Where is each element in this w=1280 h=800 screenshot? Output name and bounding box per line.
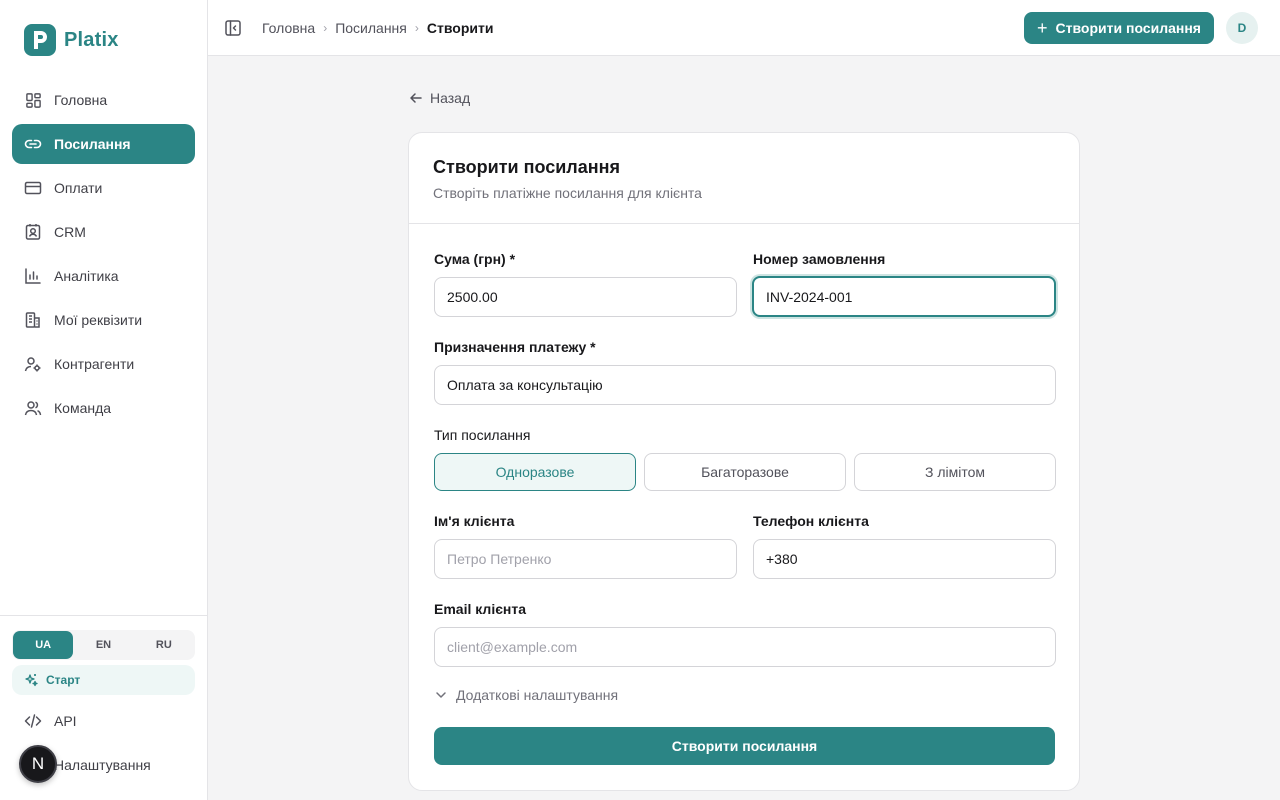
page-title: Створити посилання bbox=[433, 157, 620, 177]
language-en[interactable]: EN bbox=[73, 631, 133, 659]
sidebar-item-analytics[interactable]: Аналітика bbox=[12, 256, 195, 296]
language-ua[interactable]: UA bbox=[13, 631, 74, 659]
sidebar-item-label: Мої реквізити bbox=[54, 312, 143, 328]
client-phone-input[interactable] bbox=[753, 539, 1056, 579]
user-settings-icon bbox=[24, 355, 42, 373]
sidebar-toggle-icon[interactable] bbox=[224, 19, 242, 37]
link-type-limited[interactable]: З лімітом bbox=[854, 453, 1056, 491]
sidebar-nav: Головна Посилання Оплати CRM Аналітика М… bbox=[12, 80, 195, 432]
dev-badge[interactable]: N bbox=[19, 745, 57, 783]
arrow-left-icon bbox=[409, 91, 423, 105]
page-subtitle: Створіть платіжне посилання для клієнта bbox=[433, 185, 702, 201]
client-email-label: Email клієнта bbox=[434, 601, 527, 617]
building-icon bbox=[24, 311, 42, 329]
sidebar-item-crm[interactable]: CRM bbox=[12, 212, 195, 252]
sidebar-item-label: Аналітика bbox=[54, 268, 119, 284]
create-link-card: Створити посилання Створіть платіжне пос… bbox=[408, 132, 1080, 791]
brand-name: Platix bbox=[64, 28, 119, 51]
sidebar-item-label: Посилання bbox=[54, 136, 131, 152]
sidebar-footer: UA EN RU Старт API Налаштування bbox=[0, 615, 207, 773]
header-create-link-label: Створити посилання bbox=[1055, 20, 1201, 36]
amount-label: Сума (грн) * bbox=[434, 251, 516, 267]
sidebar-item-label: Контрагенти bbox=[54, 356, 135, 372]
brand[interactable]: Platix bbox=[24, 24, 119, 56]
client-name-label: Ім'я клієнта bbox=[434, 513, 515, 529]
client-phone-label: Телефон клієнта bbox=[753, 513, 869, 529]
breadcrumb-links[interactable]: Посилання bbox=[335, 20, 407, 36]
back-link[interactable]: Назад bbox=[409, 88, 470, 108]
chevron-right-icon: › bbox=[414, 21, 419, 35]
link-type-one-time[interactable]: Одноразове bbox=[434, 453, 636, 491]
sidebar-item-label: Команда bbox=[54, 400, 112, 416]
order-number-input[interactable] bbox=[752, 276, 1056, 317]
breadcrumb-home[interactable]: Головна bbox=[262, 20, 315, 36]
sidebar-item-label: Налаштування bbox=[54, 757, 151, 773]
advanced-settings-toggle[interactable]: Додаткові налаштування bbox=[434, 687, 618, 703]
bar-chart-icon bbox=[24, 267, 42, 285]
link-type-label: Тип посилання bbox=[434, 427, 531, 443]
header-create-link-button[interactable]: + Створити посилання bbox=[1024, 12, 1214, 44]
sidebar-item-counterparties[interactable]: Контрагенти bbox=[12, 344, 195, 384]
sidebar-item-label: API bbox=[54, 713, 77, 729]
back-label: Назад bbox=[430, 90, 471, 106]
client-name-input[interactable] bbox=[434, 539, 737, 579]
code-icon bbox=[24, 712, 42, 730]
purpose-label: Призначення платежу * bbox=[434, 339, 596, 355]
advanced-settings-label: Додаткові налаштування bbox=[456, 687, 619, 703]
breadcrumb: Головна › Посилання › Створити bbox=[262, 0, 493, 56]
sidebar-item-payments[interactable]: Оплати bbox=[12, 168, 195, 208]
chevron-right-icon: › bbox=[323, 21, 328, 35]
client-email-input[interactable] bbox=[434, 627, 1056, 667]
sidebar-item-links[interactable]: Посилання bbox=[12, 124, 195, 164]
sparkles-icon bbox=[24, 673, 38, 687]
contact-icon bbox=[24, 223, 42, 241]
sidebar-item-label: Оплати bbox=[54, 180, 103, 196]
start-label: Старт bbox=[46, 673, 81, 687]
avatar[interactable]: D bbox=[1226, 12, 1258, 44]
sidebar-item-team[interactable]: Команда bbox=[12, 388, 195, 428]
link-icon bbox=[24, 135, 42, 153]
language-switcher: UA EN RU bbox=[12, 630, 195, 660]
sidebar-item-label: Головна bbox=[54, 92, 108, 108]
chevron-down-icon bbox=[434, 688, 448, 702]
sidebar: Platix Головна Посилання Оплати CRM Анал… bbox=[0, 0, 208, 800]
purpose-input[interactable] bbox=[434, 365, 1056, 405]
order-number-label: Номер замовлення bbox=[753, 251, 886, 267]
card-header: Створити посилання Створіть платіжне пос… bbox=[409, 133, 1079, 224]
start-button[interactable]: Старт bbox=[12, 665, 195, 695]
language-ru[interactable]: RU bbox=[134, 631, 194, 659]
credit-card-icon bbox=[24, 179, 42, 197]
link-type-reusable[interactable]: Багаторазове bbox=[644, 453, 846, 491]
sidebar-item-api[interactable]: API bbox=[12, 701, 195, 741]
dashboard-icon bbox=[24, 91, 42, 109]
submit-create-link-button[interactable]: Створити посилання bbox=[434, 727, 1055, 765]
platix-logo-icon bbox=[24, 24, 56, 56]
sidebar-item-requisites[interactable]: Мої реквізити bbox=[12, 300, 195, 340]
sidebar-item-home[interactable]: Головна bbox=[12, 80, 195, 120]
amount-input[interactable] bbox=[434, 277, 737, 317]
top-header: Головна › Посилання › Створити + Створит… bbox=[208, 0, 1280, 56]
plus-icon: + bbox=[1037, 18, 1048, 38]
users-icon bbox=[24, 399, 42, 417]
breadcrumb-current: Створити bbox=[426, 20, 494, 36]
sidebar-item-label: CRM bbox=[54, 224, 86, 240]
